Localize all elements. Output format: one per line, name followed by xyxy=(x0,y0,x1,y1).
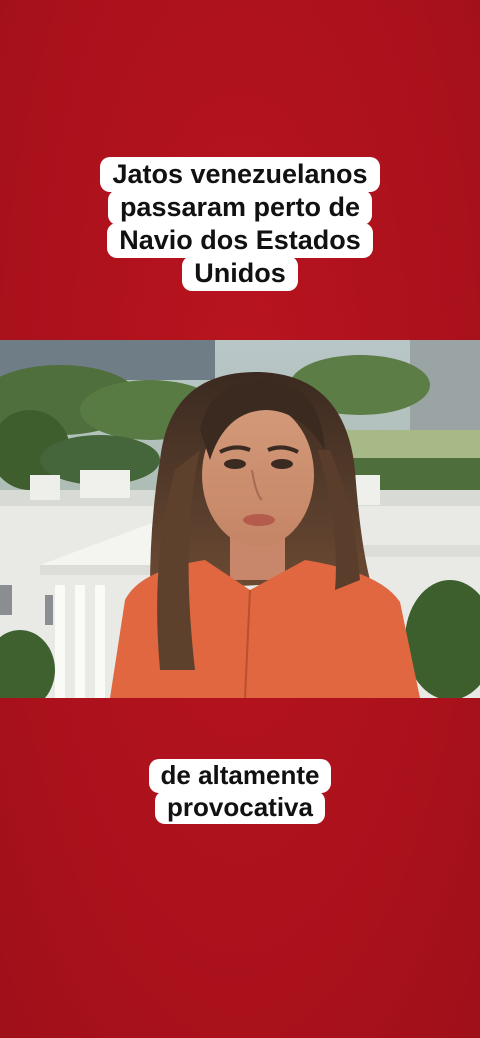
news-scene-image xyxy=(0,340,480,698)
caption-line: Unidos xyxy=(182,255,298,291)
caption-line: provocativa xyxy=(155,790,325,825)
top-caption: Jatos venezuelanos passaram perto de Nav… xyxy=(80,157,400,291)
caption-line: Jatos venezuelanos xyxy=(100,157,380,192)
caption-line: Navio dos Estados xyxy=(107,222,373,258)
bottom-caption: de altamente provocativa xyxy=(120,759,360,825)
video-background: Jatos venezuelanos passaram perto de Nav… xyxy=(0,0,480,1038)
caption-line: passaram perto de xyxy=(107,189,373,225)
caption-line: de altamente xyxy=(148,759,332,793)
video-frame[interactable] xyxy=(0,340,480,698)
